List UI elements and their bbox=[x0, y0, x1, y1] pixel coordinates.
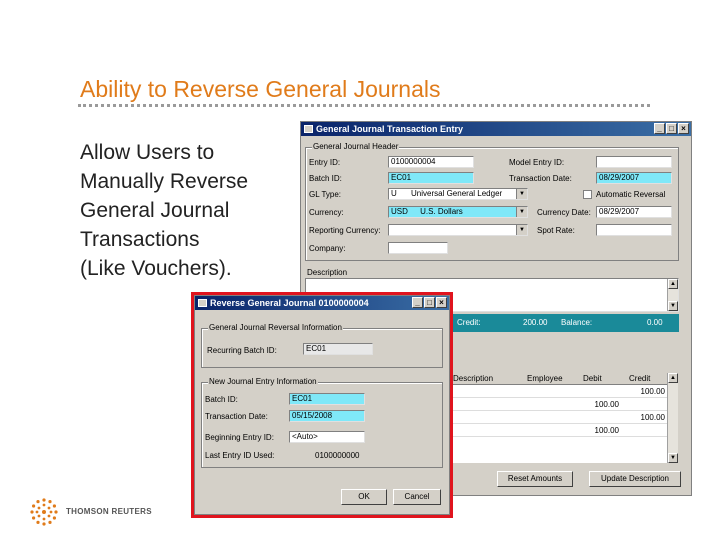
slide-body: Allow Users to Manually Reverse General … bbox=[80, 138, 280, 283]
totals-credit-value: 200.00 bbox=[523, 318, 548, 327]
update-description-button[interactable]: Update Description bbox=[589, 471, 681, 487]
gl-type-value: U bbox=[391, 189, 397, 198]
company-field[interactable] bbox=[388, 242, 448, 254]
auto-reversal-checkbox[interactable] bbox=[583, 190, 592, 199]
group-title: General Journal Header bbox=[312, 142, 400, 151]
totals-credit-label: Credit: bbox=[457, 318, 481, 327]
totals-balance-label: Balance: bbox=[561, 318, 593, 327]
currency-desc: U.S. Dollars bbox=[420, 207, 463, 216]
entry-id-label: Entry ID: bbox=[309, 158, 341, 167]
scroll-up-icon[interactable]: ▲ bbox=[668, 279, 678, 289]
debit-cell: 100.00 bbox=[594, 400, 619, 409]
credit-cell: 100.00 bbox=[640, 413, 665, 422]
gl-type-label: GL Type: bbox=[309, 190, 342, 199]
col-credit[interactable]: Credit bbox=[629, 374, 650, 383]
description-scrollbar[interactable]: ▲ ▼ bbox=[667, 279, 678, 311]
totals-balance-value: 0.00 bbox=[647, 318, 663, 327]
model-entry-label: Model Entry ID: bbox=[509, 158, 565, 167]
body-line: Allow Users to bbox=[80, 141, 215, 164]
model-entry-field[interactable] bbox=[596, 156, 672, 168]
body-line: (Like Vouchers). bbox=[80, 257, 232, 280]
batch-id-field[interactable]: EC01 bbox=[388, 172, 474, 184]
grid-header: Description Employee Debit Credit bbox=[451, 373, 667, 385]
scroll-down-icon[interactable]: ▼ bbox=[668, 301, 678, 311]
gl-type-select[interactable]: U Universal General Ledger ▼ bbox=[388, 188, 528, 200]
description-label: Description bbox=[307, 268, 348, 277]
reporting-currency-label: Reporting Currency: bbox=[309, 226, 381, 235]
thomson-reuters-logo-icon bbox=[30, 498, 58, 526]
table-row[interactable]: 100.00 bbox=[451, 411, 667, 424]
debit-cell: 100.00 bbox=[594, 426, 619, 435]
credit-cell: 100.00 bbox=[640, 387, 665, 396]
transaction-date-label: Transaction Date: bbox=[509, 174, 572, 183]
currency-date-field[interactable]: 08/29/2007 bbox=[596, 206, 672, 218]
body-line: Transactions bbox=[80, 228, 200, 251]
chevron-down-icon[interactable]: ▼ bbox=[516, 189, 527, 199]
spot-rate-label: Spot Rate: bbox=[537, 226, 575, 235]
body-line: Manually Reverse bbox=[80, 170, 249, 193]
gj-window-title: General Journal Transaction Entry bbox=[316, 124, 464, 134]
entry-id-field[interactable]: 0100000004 bbox=[388, 156, 474, 168]
gj-window-titlebar[interactable]: General Journal Transaction Entry _ □ × bbox=[301, 122, 691, 136]
highlight-frame bbox=[191, 292, 453, 518]
minimize-icon[interactable]: _ bbox=[654, 123, 665, 134]
currency-label: Currency: bbox=[309, 208, 344, 217]
reset-amounts-button[interactable]: Reset Amounts bbox=[497, 471, 573, 487]
transaction-date-field[interactable]: 08/29/2007 bbox=[596, 172, 672, 184]
col-employee[interactable]: Employee bbox=[527, 374, 563, 383]
brand-name: THOMSON REUTERS bbox=[66, 507, 152, 516]
gl-type-desc: Universal General Ledger bbox=[411, 189, 503, 198]
currency-date-label: Currency Date: bbox=[537, 208, 591, 217]
body-line: General Journal bbox=[80, 199, 230, 222]
company-label: Company: bbox=[309, 244, 346, 253]
table-row[interactable]: 100.00 bbox=[451, 424, 667, 437]
batch-id-label: Batch ID: bbox=[309, 174, 342, 183]
chevron-down-icon[interactable]: ▼ bbox=[516, 207, 527, 217]
table-row[interactable]: 100.00 bbox=[451, 385, 667, 398]
currency-select[interactable]: USD U.S. Dollars ▼ bbox=[388, 206, 528, 218]
table-row[interactable]: 100.00 bbox=[451, 398, 667, 411]
slide-title: Ability to Reverse General Journals bbox=[80, 76, 441, 102]
reporting-currency-select[interactable]: ▼ bbox=[388, 224, 528, 236]
window-icon bbox=[304, 125, 313, 133]
auto-reversal-label: Automatic Reversal bbox=[596, 190, 666, 199]
spot-rate-field[interactable] bbox=[596, 224, 672, 236]
title-divider bbox=[78, 104, 650, 107]
col-debit[interactable]: Debit bbox=[583, 374, 602, 383]
maximize-icon[interactable]: □ bbox=[666, 123, 677, 134]
scroll-up-icon[interactable]: ▲ bbox=[668, 373, 678, 383]
grid-scrollbar[interactable]: ▲ ▼ bbox=[667, 373, 678, 463]
scroll-down-icon[interactable]: ▼ bbox=[668, 453, 678, 463]
close-icon[interactable]: × bbox=[678, 123, 689, 134]
currency-value: USD bbox=[391, 207, 408, 216]
chevron-down-icon[interactable]: ▼ bbox=[516, 225, 527, 235]
col-description[interactable]: Description bbox=[453, 374, 493, 383]
grid-body: 100.00 100.00 100.00 100.00 bbox=[451, 385, 667, 463]
